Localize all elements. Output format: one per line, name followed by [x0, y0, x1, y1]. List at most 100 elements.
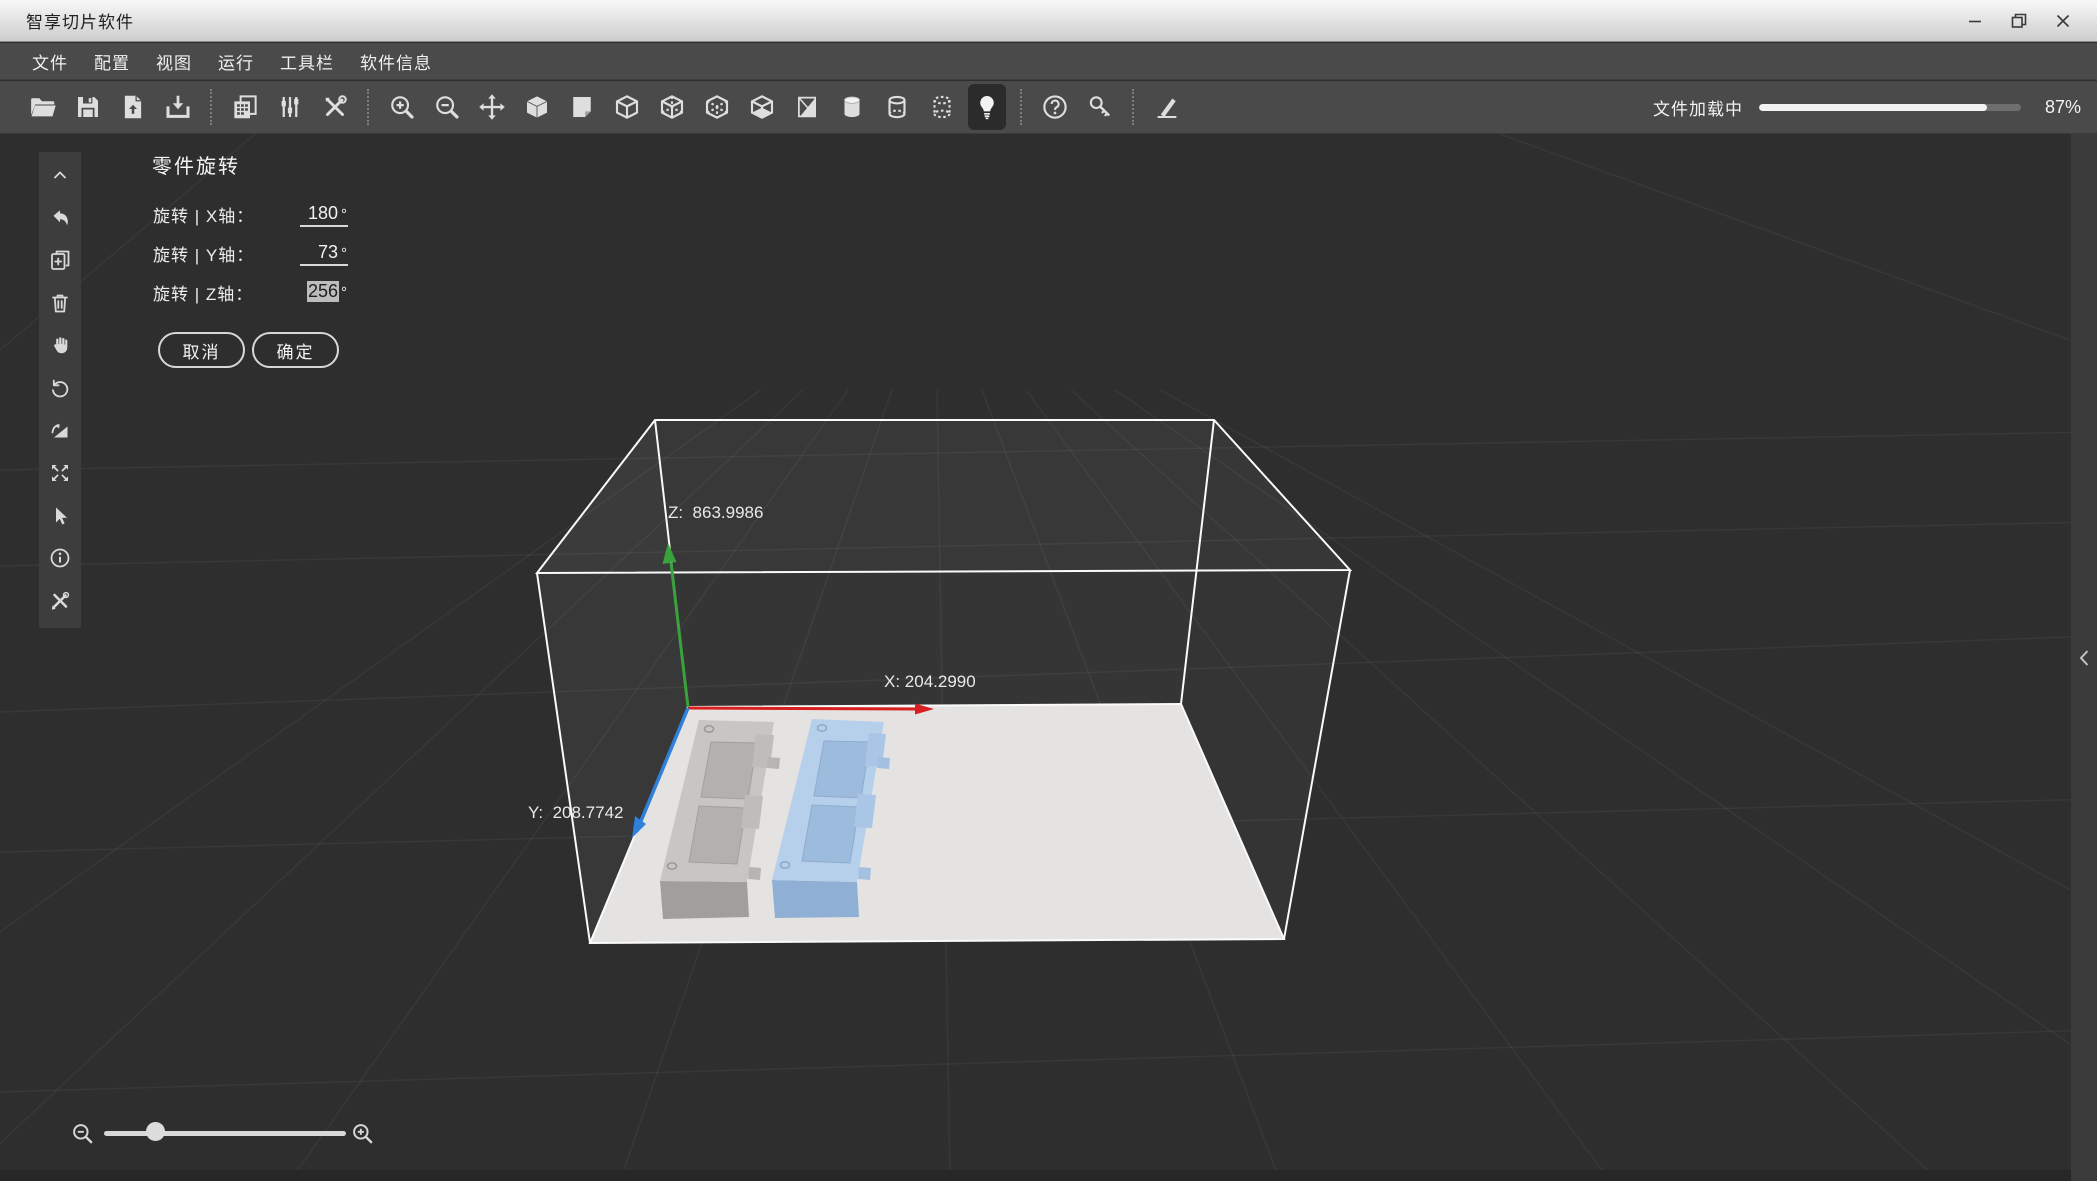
loading-progress-area: 文件加载中 87% — [1653, 95, 2081, 120]
menu-view[interactable]: 视图 — [143, 49, 205, 74]
open-file-button[interactable] — [20, 84, 65, 130]
tools-button[interactable] — [312, 84, 357, 130]
cylinder-solid-icon — [843, 96, 860, 118]
toolbar-separator — [210, 89, 212, 125]
view-box-solid-button[interactable] — [514, 84, 559, 130]
menu-toolbar[interactable]: 工具栏 — [267, 49, 347, 74]
copy-pages-icon — [233, 95, 257, 119]
zoom-slider-track[interactable] — [104, 1131, 346, 1136]
minimize-icon — [1969, 20, 1981, 22]
select-cursor-button[interactable] — [43, 501, 77, 531]
view-cylinder-wireframe-button[interactable] — [874, 84, 919, 130]
zoom-out-button[interactable] — [424, 84, 469, 130]
collapse-button[interactable] — [43, 160, 77, 190]
menu-file[interactable]: 文件 — [19, 49, 81, 74]
view-box-wireframe-button[interactable] — [604, 84, 649, 130]
model-info-button[interactable] — [43, 543, 77, 573]
license-key-button[interactable] — [1077, 84, 1122, 130]
x-axis — [687, 706, 917, 711]
view-cylinder-solid-button[interactable] — [829, 84, 874, 130]
rotate-x-label: 旋转 | X轴： — [153, 207, 255, 226]
view-sheet-button[interactable] — [559, 84, 604, 130]
save-button[interactable] — [65, 84, 110, 130]
menu-run[interactable]: 运行 — [205, 49, 267, 74]
view-cylinder-dashed-button[interactable] — [919, 84, 964, 130]
view-box-hidden-edges-button[interactable] — [694, 84, 739, 130]
rotate-part-button[interactable] — [43, 373, 77, 403]
view-box-base-button[interactable] — [739, 84, 784, 130]
duplicate-part-button[interactable] — [43, 245, 77, 275]
magnifier-plus-icon — [353, 1124, 373, 1144]
toolbar-separator — [367, 89, 369, 125]
cylinder-wireframe-icon — [887, 95, 906, 119]
sheet-icon — [572, 97, 591, 117]
lay-flat-icon — [51, 423, 68, 438]
right-panel-strip[interactable] — [2071, 134, 2097, 1181]
minimize-button[interactable] — [1959, 8, 1991, 34]
open-folder-icon — [30, 98, 56, 117]
export-download-button[interactable] — [155, 84, 200, 130]
lightbulb-icon — [980, 96, 994, 120]
rotate-ccw-icon — [52, 379, 69, 398]
progress-fill — [1759, 103, 1987, 111]
side-toolbar — [39, 152, 81, 628]
expand-arrows-icon — [52, 465, 68, 482]
parameters-button[interactable] — [267, 84, 312, 130]
scale-maximize-button[interactable] — [43, 458, 77, 488]
save-floppy-icon — [77, 97, 98, 117]
hand-icon — [54, 337, 68, 354]
wrench-screwdriver-icon — [325, 95, 347, 116]
menu-config[interactable]: 配置 — [81, 49, 143, 74]
zoom-in-button[interactable] — [379, 84, 424, 130]
zoom-slider-thumb[interactable] — [146, 1122, 165, 1141]
restore-icon — [2011, 13, 2027, 28]
rotate-z-row: 旋转 | Z轴： 256 ° — [150, 273, 348, 312]
help-button[interactable] — [1032, 84, 1077, 130]
magnifier-minus-icon — [73, 1124, 93, 1144]
cursor-icon — [56, 507, 67, 525]
titlebar: 智享切片软件 — [0, 0, 2097, 42]
box-wireframe-icon — [615, 95, 638, 119]
rotate-z-label: 旋转 | Z轴： — [153, 285, 254, 304]
rotate-y-input[interactable]: 73 ° — [300, 242, 348, 266]
degree-unit: ° — [341, 244, 347, 262]
file-plus-icon — [51, 250, 70, 271]
zoom-out-glass-button[interactable] — [70, 1121, 96, 1152]
cylinder-dashed-icon — [932, 95, 951, 119]
download-tray-icon — [166, 95, 189, 118]
toolbar: 文件加载中 87% — [0, 81, 2097, 134]
calibrate-pen-button[interactable] — [1144, 84, 1189, 130]
pen-icon — [1157, 98, 1176, 118]
delete-part-button[interactable] — [43, 288, 77, 318]
repair-tools-button[interactable] — [43, 586, 77, 616]
view-box-dashed-button[interactable] — [649, 84, 694, 130]
restore-button[interactable] — [2003, 8, 2035, 34]
prism-cut-icon — [797, 96, 816, 118]
rotate-z-input[interactable]: 256 ° — [300, 280, 348, 305]
crossed-tools-icon — [51, 591, 70, 610]
light-toggle-button[interactable] — [968, 84, 1006, 130]
move-arrows-icon — [478, 94, 505, 120]
batch-copy-button[interactable] — [222, 84, 267, 130]
lay-flat-button[interactable] — [43, 416, 77, 446]
close-button[interactable] — [2047, 8, 2079, 34]
chevron-up-icon — [54, 171, 66, 179]
cancel-button[interactable]: 取消 — [158, 332, 245, 368]
menu-about[interactable]: 软件信息 — [347, 49, 445, 74]
ok-button[interactable]: 确定 — [252, 332, 339, 368]
bottom-strip — [0, 1170, 2097, 1181]
degree-unit: ° — [341, 205, 347, 223]
close-icon — [2056, 14, 2070, 27]
info-icon — [50, 548, 70, 568]
move-view-button[interactable] — [469, 84, 514, 130]
import-model-button[interactable] — [110, 84, 155, 130]
pan-hand-button[interactable] — [43, 330, 77, 360]
toolbar-separator — [1132, 89, 1134, 125]
app-window: { "window": { "title": "智享切片软件" }, "menu… — [0, 0, 2097, 1181]
zoom-in-glass-button[interactable] — [350, 1121, 376, 1152]
undo-button[interactable] — [43, 203, 77, 233]
x-axis-label: X: 204.2990 — [884, 672, 976, 691]
view-prism-cut-button[interactable] — [784, 84, 829, 130]
app-title: 智享切片软件 — [26, 13, 134, 32]
rotate-x-input[interactable]: 180 ° — [300, 203, 348, 227]
